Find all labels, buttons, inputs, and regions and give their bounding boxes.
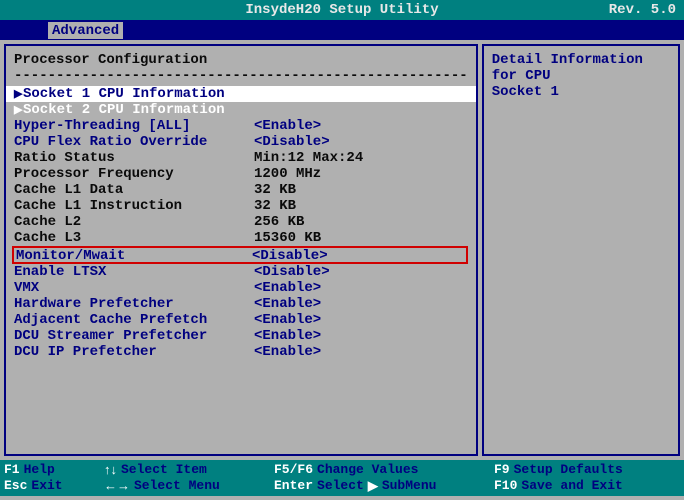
row-label: Socket 2 CPU Information [23, 102, 225, 118]
row-label: Socket 1 CPU Information [23, 86, 225, 102]
row-label: DCU IP Prefetcher [14, 344, 254, 360]
key-updown-icon: ↑↓ [104, 462, 117, 478]
row-label: Cache L2 [14, 214, 254, 230]
key-f10: F10 [494, 478, 517, 494]
row-value: Min:12 Max:24 [254, 150, 363, 166]
divider: ----------------------------------------… [14, 68, 468, 84]
key-f1: F1 [4, 462, 20, 478]
row-label: Cache L1 Data [14, 182, 254, 198]
row-label: Monitor/Mwait [14, 248, 252, 262]
row-label: Processor Frequency [14, 166, 254, 182]
content-area: Processor Configuration ----------------… [0, 40, 684, 460]
section-title: Processor Configuration [14, 52, 468, 68]
row-value: 15360 KB [254, 230, 321, 246]
row-label: DCU Streamer Prefetcher [14, 328, 254, 344]
row-value[interactable]: <Enable> [254, 328, 321, 344]
desc-setup-defaults: Setup Defaults [514, 462, 623, 478]
row-value: 1200 MHz [254, 166, 321, 182]
help-text-line2: Socket 1 [492, 84, 670, 100]
row-label: Hardware Prefetcher [14, 296, 254, 312]
config-row[interactable]: Monitor/Mwait<Disable> [12, 246, 468, 264]
submenu-arrow-icon: ▶ [368, 478, 378, 494]
title-bar: InsydeH20 Setup Utility Rev. 5.0 [0, 0, 684, 20]
config-row: Cache L315360 KB [14, 230, 468, 246]
help-text-line1: Detail Information for CPU [492, 52, 670, 84]
key-f9: F9 [494, 462, 510, 478]
key-esc: Esc [4, 478, 27, 494]
row-label: Hyper-Threading [ALL] [14, 118, 254, 134]
config-row[interactable]: ▶Socket 1 CPU Information [6, 86, 476, 102]
config-row: Cache L1 Instruction32 KB [14, 198, 468, 214]
desc-submenu: SubMenu [382, 478, 437, 494]
row-value[interactable]: <Disable> [254, 264, 330, 280]
row-value: 32 KB [254, 182, 296, 198]
desc-help: Help [24, 462, 55, 478]
row-label: Cache L1 Instruction [14, 198, 254, 214]
row-label: Ratio Status [14, 150, 254, 166]
desc-select: Select [317, 478, 364, 494]
desc-change-values: Change Values [317, 462, 418, 478]
row-label: Cache L3 [14, 230, 254, 246]
config-row[interactable]: Enable LTSX<Disable> [14, 264, 468, 280]
row-value[interactable]: <Enable> [254, 344, 321, 360]
row-value[interactable]: <Disable> [254, 134, 330, 150]
row-value: 32 KB [254, 198, 296, 214]
row-label: CPU Flex Ratio Override [14, 134, 254, 150]
tab-advanced[interactable]: Advanced [48, 22, 123, 39]
config-row: Processor Frequency1200 MHz [14, 166, 468, 182]
row-value[interactable]: <Enable> [254, 296, 321, 312]
row-label: Adjacent Cache Prefetch [14, 312, 254, 328]
key-leftright-icon: ←→ [104, 478, 130, 494]
row-value[interactable]: <Enable> [254, 312, 321, 328]
row-value[interactable]: <Enable> [254, 118, 321, 134]
config-row[interactable]: DCU IP Prefetcher<Enable> [14, 344, 468, 360]
config-row[interactable]: DCU Streamer Prefetcher<Enable> [14, 328, 468, 344]
row-label: Enable LTSX [14, 264, 254, 280]
revision-label: Rev. 5.0 [609, 2, 676, 18]
config-row[interactable]: VMX<Enable> [14, 280, 468, 296]
row-value[interactable]: <Enable> [254, 280, 321, 296]
footer-bar: F1 Help ↑↓ Select Item F5/F6 Change Valu… [0, 460, 684, 496]
desc-save-exit: Save and Exit [521, 478, 622, 494]
key-enter: Enter [274, 478, 313, 494]
tab-bar: Advanced [0, 20, 684, 40]
submenu-arrow-icon: ▶ [14, 86, 23, 102]
config-row[interactable]: Adjacent Cache Prefetch<Enable> [14, 312, 468, 328]
desc-select-item: Select Item [121, 462, 207, 478]
main-panel: Processor Configuration ----------------… [4, 44, 478, 456]
config-row: Cache L2256 KB [14, 214, 468, 230]
row-value[interactable]: <Disable> [252, 248, 328, 262]
config-row: Ratio StatusMin:12 Max:24 [14, 150, 468, 166]
desc-exit: Exit [31, 478, 62, 494]
help-panel: Detail Information for CPU Socket 1 [482, 44, 680, 456]
desc-select-menu: Select Menu [134, 478, 220, 494]
config-row[interactable]: CPU Flex Ratio Override<Disable> [14, 134, 468, 150]
row-value: 256 KB [254, 214, 304, 230]
app-title: InsydeH20 Setup Utility [245, 2, 438, 18]
config-row: Cache L1 Data32 KB [14, 182, 468, 198]
config-row[interactable]: ▶Socket 2 CPU Information [14, 102, 468, 118]
key-f5f6: F5/F6 [274, 462, 313, 478]
config-row[interactable]: Hardware Prefetcher<Enable> [14, 296, 468, 312]
submenu-arrow-icon: ▶ [14, 102, 23, 118]
config-row[interactable]: Hyper-Threading [ALL]<Enable> [14, 118, 468, 134]
row-label: VMX [14, 280, 254, 296]
